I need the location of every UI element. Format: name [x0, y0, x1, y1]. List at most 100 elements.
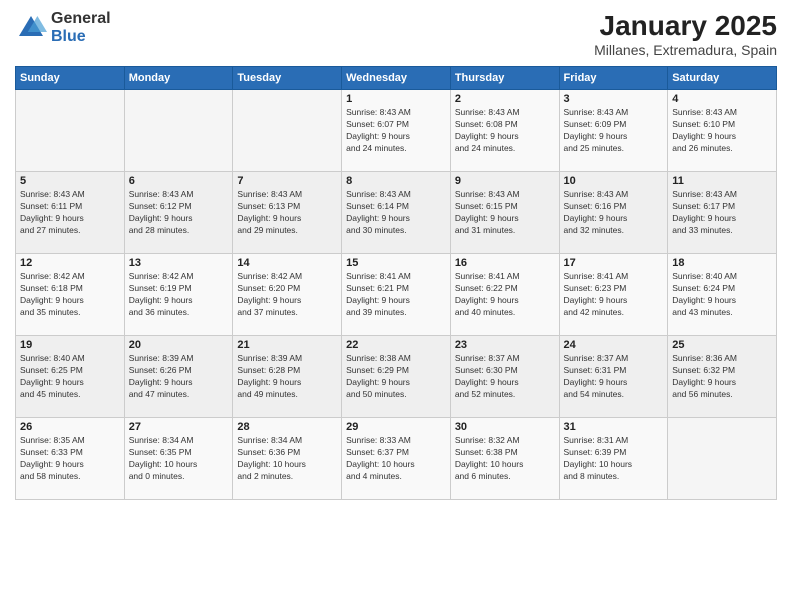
day-number: 31 [564, 421, 664, 433]
day-number: 8 [346, 175, 446, 187]
day-info: Sunrise: 8:39 AM Sunset: 6:26 PM Dayligh… [129, 353, 229, 401]
day-info: Sunrise: 8:43 AM Sunset: 6:15 PM Dayligh… [455, 189, 555, 237]
calendar-cell: 2Sunrise: 8:43 AM Sunset: 6:08 PM Daylig… [450, 90, 559, 172]
calendar-cell: 27Sunrise: 8:34 AM Sunset: 6:35 PM Dayli… [124, 418, 233, 500]
calendar-cell: 22Sunrise: 8:38 AM Sunset: 6:29 PM Dayli… [342, 336, 451, 418]
calendar-cell [668, 418, 777, 500]
day-info: Sunrise: 8:37 AM Sunset: 6:31 PM Dayligh… [564, 353, 664, 401]
calendar-header: SundayMondayTuesdayWednesdayThursdayFrid… [16, 67, 777, 90]
day-info: Sunrise: 8:43 AM Sunset: 6:10 PM Dayligh… [672, 107, 772, 155]
calendar-cell: 24 Sunrise: 8:37 AM Sunset: 6:31 PM Dayli… [559, 336, 668, 418]
weekday-header-friday: Friday [559, 67, 668, 90]
day-info: Sunrise: 8:32 AM Sunset: 6:38 PM Dayligh… [455, 435, 555, 483]
calendar-cell [233, 90, 342, 172]
day-number: 7 [237, 175, 337, 187]
calendar-week-2: 5Sunrise: 8:43 AM Sunset: 6:11 PM Daylig… [16, 172, 777, 254]
day-info: Sunrise: 8:34 AM Sunset: 6:36 PM Dayligh… [237, 435, 337, 483]
calendar-cell: 28Sunrise: 8:34 AM Sunset: 6:36 PM Dayli… [233, 418, 342, 500]
calendar-cell: 12 Sunrise: 8:42 AM Sunset: 6:18 PM Dayli… [16, 254, 125, 336]
day-number: 1 [346, 93, 446, 105]
calendar-cell: 16Sunrise: 8:41 AM Sunset: 6:22 PM Dayli… [450, 254, 559, 336]
calendar-cell: 17 Sunrise: 8:41 AM Sunset: 6:23 PM Dayli… [559, 254, 668, 336]
day-info: Sunrise: 8:43 AM Sunset: 6:16 PM Dayligh… [564, 189, 664, 237]
day-number: 22 [346, 339, 446, 351]
calendar-cell: 21 Sunrise: 8:39 AM Sunset: 6:28 PM Dayli… [233, 336, 342, 418]
calendar-cell: 6Sunrise: 8:43 AM Sunset: 6:12 PM Daylig… [124, 172, 233, 254]
calendar-week-3: 12 Sunrise: 8:42 AM Sunset: 6:18 PM Dayli… [16, 254, 777, 336]
day-number: 4 [672, 93, 772, 105]
day-number: 24 [564, 339, 664, 351]
calendar-cell: 10Sunrise: 8:43 AM Sunset: 6:16 PM Dayli… [559, 172, 668, 254]
day-number: 13 [129, 257, 229, 269]
day-number: 29 [346, 421, 446, 433]
day-info: Sunrise: 8:42 AM Sunset: 6:18 PM Dayligh… [20, 271, 120, 319]
calendar-body: 1Sunrise: 8:43 AM Sunset: 6:07 PM Daylig… [16, 90, 777, 500]
calendar-cell: 13 Sunrise: 8:42 AM Sunset: 6:19 PM Dayli… [124, 254, 233, 336]
calendar-cell: 26 Sunrise: 8:35 AM Sunset: 6:33 PM Dayli… [16, 418, 125, 500]
day-info: Sunrise: 8:42 AM Sunset: 6:20 PM Dayligh… [237, 271, 337, 319]
day-number: 25 [672, 339, 772, 351]
weekday-header-thursday: Thursday [450, 67, 559, 90]
day-info: Sunrise: 8:43 AM Sunset: 6:11 PM Dayligh… [20, 189, 120, 237]
day-number: 15 [346, 257, 446, 269]
weekday-header-row: SundayMondayTuesdayWednesdayThursdayFrid… [16, 67, 777, 90]
calendar-cell: 18 Sunrise: 8:40 AM Sunset: 6:24 PM Dayli… [668, 254, 777, 336]
calendar-cell: 8Sunrise: 8:43 AM Sunset: 6:14 PM Daylig… [342, 172, 451, 254]
day-info: Sunrise: 8:39 AM Sunset: 6:28 PM Dayligh… [237, 353, 337, 401]
day-number: 26 [20, 421, 120, 433]
calendar-cell: 9 Sunrise: 8:43 AM Sunset: 6:15 PM Daylig… [450, 172, 559, 254]
day-info: Sunrise: 8:33 AM Sunset: 6:37 PM Dayligh… [346, 435, 446, 483]
day-number: 12 [20, 257, 120, 269]
day-info: Sunrise: 8:41 AM Sunset: 6:22 PM Dayligh… [455, 271, 555, 319]
day-number: 6 [129, 175, 229, 187]
day-info: Sunrise: 8:43 AM Sunset: 6:09 PM Dayligh… [564, 107, 664, 155]
calendar-cell: 20 Sunrise: 8:39 AM Sunset: 6:26 PM Dayli… [124, 336, 233, 418]
calendar-cell: 14 Sunrise: 8:42 AM Sunset: 6:20 PM Dayli… [233, 254, 342, 336]
day-info: Sunrise: 8:41 AM Sunset: 6:23 PM Dayligh… [564, 271, 664, 319]
calendar-week-4: 19Sunrise: 8:40 AM Sunset: 6:25 PM Dayli… [16, 336, 777, 418]
day-number: 9 [455, 175, 555, 187]
day-info: Sunrise: 8:43 AM Sunset: 6:13 PM Dayligh… [237, 189, 337, 237]
calendar-cell: 5Sunrise: 8:43 AM Sunset: 6:11 PM Daylig… [16, 172, 125, 254]
title-block: January 2025 Millanes, Extremadura, Spai… [594, 10, 777, 58]
calendar-cell: 11 Sunrise: 8:43 AM Sunset: 6:17 PM Dayli… [668, 172, 777, 254]
calendar-cell: 15Sunrise: 8:41 AM Sunset: 6:21 PM Dayli… [342, 254, 451, 336]
calendar-cell: 1Sunrise: 8:43 AM Sunset: 6:07 PM Daylig… [342, 90, 451, 172]
calendar-cell: 19Sunrise: 8:40 AM Sunset: 6:25 PM Dayli… [16, 336, 125, 418]
day-number: 2 [455, 93, 555, 105]
weekday-header-wednesday: Wednesday [342, 67, 451, 90]
day-info: Sunrise: 8:37 AM Sunset: 6:30 PM Dayligh… [455, 353, 555, 401]
day-info: Sunrise: 8:42 AM Sunset: 6:19 PM Dayligh… [129, 271, 229, 319]
day-number: 20 [129, 339, 229, 351]
calendar-cell: 23Sunrise: 8:37 AM Sunset: 6:30 PM Dayli… [450, 336, 559, 418]
logo-general: General [51, 10, 111, 28]
day-number: 21 [237, 339, 337, 351]
page-container: General Blue January 2025 Millanes, Extr… [0, 0, 792, 612]
day-info: Sunrise: 8:40 AM Sunset: 6:24 PM Dayligh… [672, 271, 772, 319]
day-number: 3 [564, 93, 664, 105]
calendar-cell: 30Sunrise: 8:32 AM Sunset: 6:38 PM Dayli… [450, 418, 559, 500]
day-number: 14 [237, 257, 337, 269]
day-number: 17 [564, 257, 664, 269]
calendar-cell [124, 90, 233, 172]
day-info: Sunrise: 8:35 AM Sunset: 6:33 PM Dayligh… [20, 435, 120, 483]
logo-blue: Blue [51, 28, 111, 46]
logo-icon [15, 12, 47, 44]
day-info: Sunrise: 8:36 AM Sunset: 6:32 PM Dayligh… [672, 353, 772, 401]
logo: General Blue [15, 10, 111, 45]
day-info: Sunrise: 8:34 AM Sunset: 6:35 PM Dayligh… [129, 435, 229, 483]
header: General Blue January 2025 Millanes, Extr… [15, 10, 777, 58]
calendar-cell: 25 Sunrise: 8:36 AM Sunset: 6:32 PM Dayli… [668, 336, 777, 418]
month-title: January 2025 [594, 10, 777, 42]
calendar-cell [16, 90, 125, 172]
logo-text: General Blue [51, 10, 111, 45]
weekday-header-saturday: Saturday [668, 67, 777, 90]
calendar-cell: 7 Sunrise: 8:43 AM Sunset: 6:13 PM Daylig… [233, 172, 342, 254]
day-number: 11 [672, 175, 772, 187]
calendar-cell: 4 Sunrise: 8:43 AM Sunset: 6:10 PM Daylig… [668, 90, 777, 172]
calendar: SundayMondayTuesdayWednesdayThursdayFrid… [15, 66, 777, 500]
day-number: 18 [672, 257, 772, 269]
day-info: Sunrise: 8:43 AM Sunset: 6:17 PM Dayligh… [672, 189, 772, 237]
day-info: Sunrise: 8:40 AM Sunset: 6:25 PM Dayligh… [20, 353, 120, 401]
calendar-cell: 3 Sunrise: 8:43 AM Sunset: 6:09 PM Daylig… [559, 90, 668, 172]
